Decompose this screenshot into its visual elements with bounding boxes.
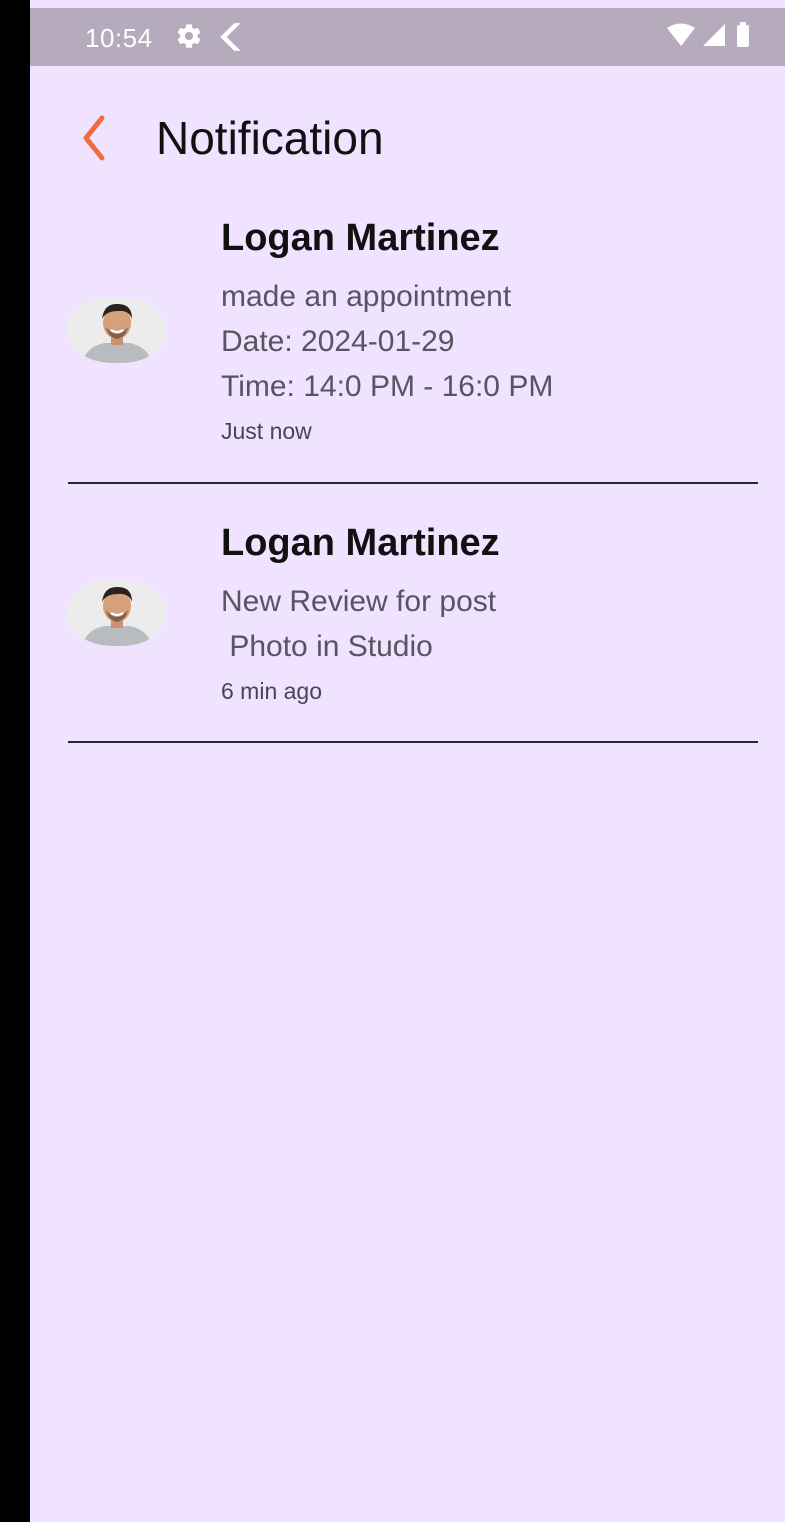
notification-timestamp: Just now [221,418,312,444]
battery-icon [737,25,749,47]
back-chevron-icon[interactable] [74,112,114,164]
notification-post-title-line: Photo in Studio [221,630,433,663]
page-title: Notification [156,112,384,164]
notification-item[interactable]: Logan Martinez New Review for post Photo… [68,505,758,743]
notification-content: Logan Martinez New Review for post Photo… [221,505,751,709]
gear-icon [177,24,201,48]
notification-message-line: New Review for post [221,585,497,618]
device-frame: 10:54 Notification Logan Martinez made a… [0,0,785,1522]
avatar [68,580,166,646]
divider [68,482,758,484]
app-header: Notification [30,100,785,180]
signal-icon [703,24,725,46]
notification-item[interactable]: Logan Martinez made an appointment Date:… [68,200,758,484]
app-screen: 10:54 Notification Logan Martinez made a… [30,0,785,1522]
flutter-icon [220,23,241,51]
avatar [68,297,166,363]
notification-sender-name: Logan Martinez [221,217,500,259]
status-time: 10:54 [85,23,153,53]
status-bar: 10:54 [30,8,785,66]
notification-message-line: made an appointment [221,280,512,313]
person-avatar-image [68,297,166,363]
wifi-icon [667,23,695,46]
notification-sender-name: Logan Martinez [221,522,500,564]
notification-date-line: Date: 2024-01-29 [221,325,455,358]
divider [68,741,758,743]
notification-content: Logan Martinez made an appointment Date:… [221,200,751,449]
system-tray-icons [667,22,749,47]
notification-timestamp: 6 min ago [221,678,323,704]
person-avatar-image [68,580,166,646]
notification-time-range-line: Time: 14:0 PM - 16:0 PM [221,370,554,403]
